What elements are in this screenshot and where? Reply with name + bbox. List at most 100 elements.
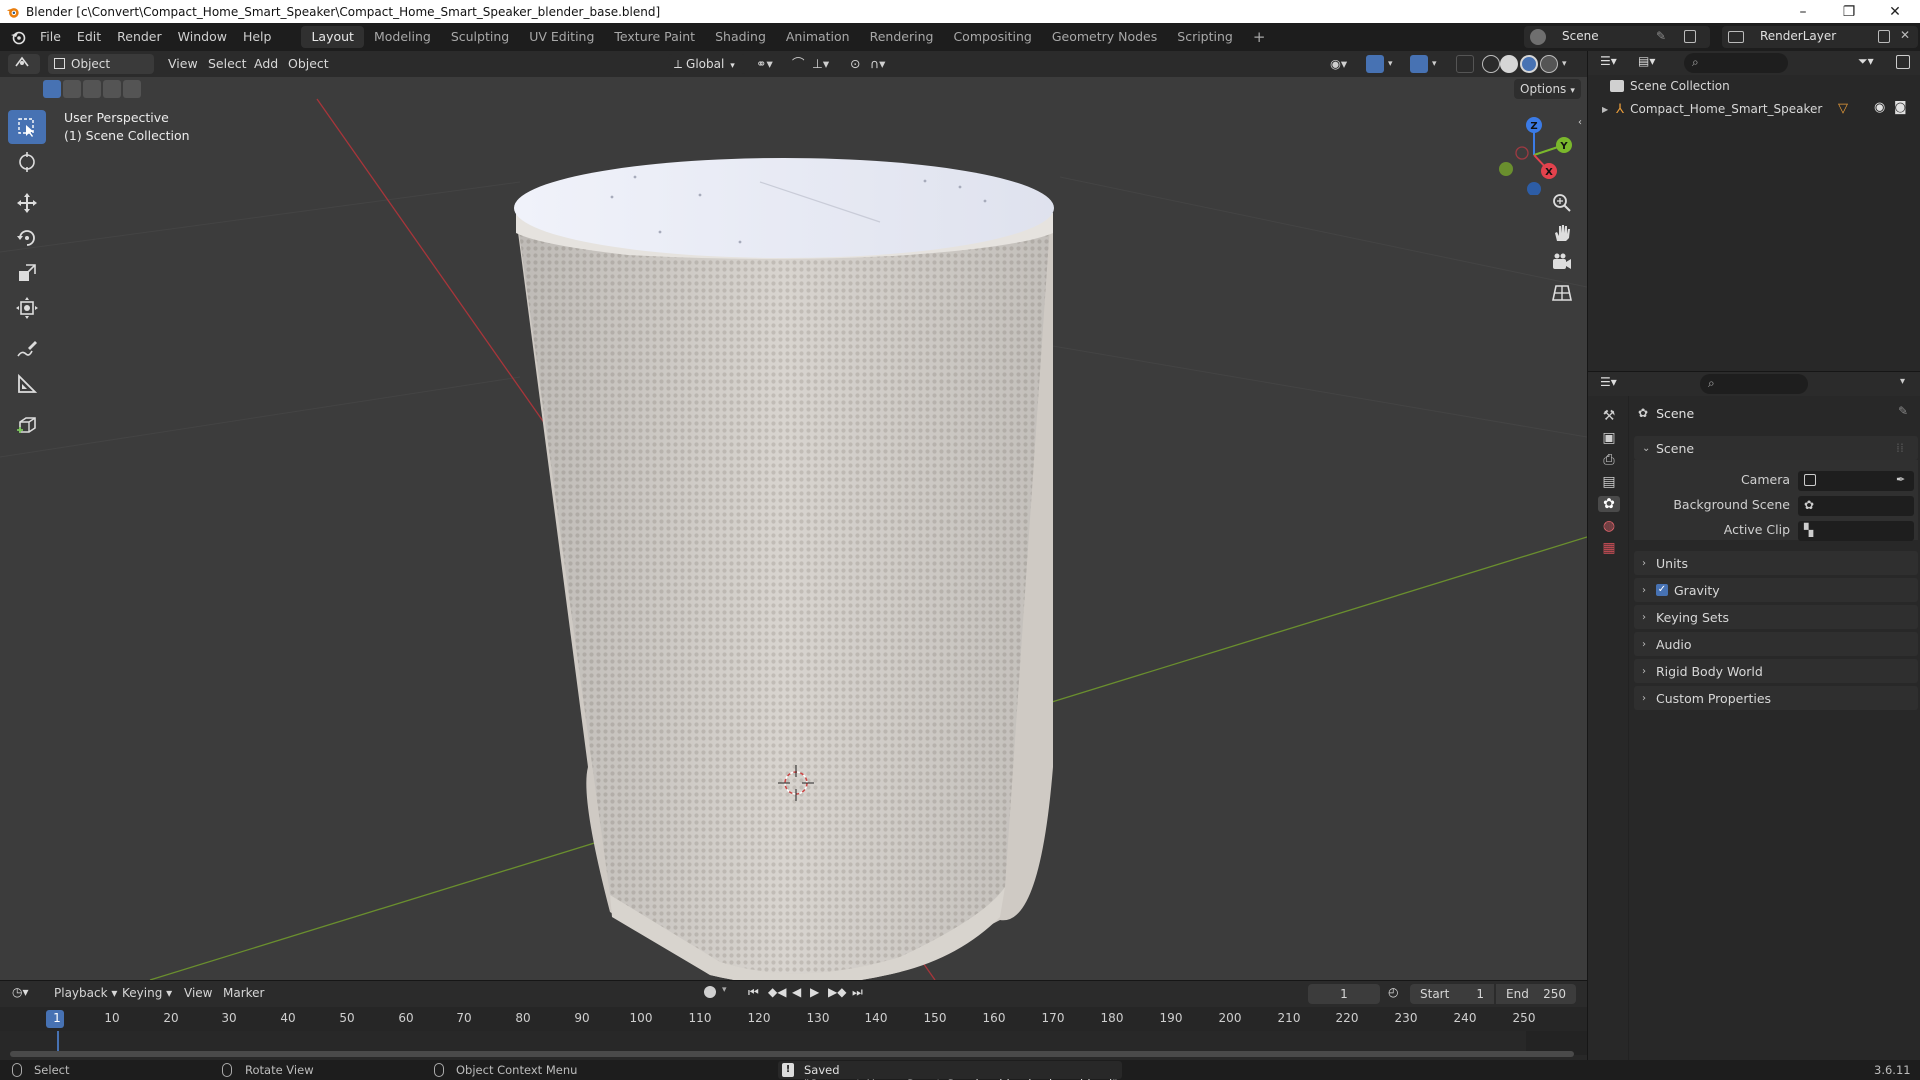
camera-view-icon[interactable] xyxy=(1550,251,1574,275)
tab-shading[interactable]: Shading xyxy=(705,26,776,48)
close-button[interactable]: ✕ xyxy=(1872,0,1918,23)
tool-scale[interactable] xyxy=(8,256,46,290)
minimize-button[interactable]: – xyxy=(1780,0,1826,23)
outliner-editor-icon[interactable]: ☰▾ xyxy=(1600,54,1617,68)
tab-compositing[interactable]: Compositing xyxy=(943,26,1041,48)
maximize-button[interactable]: ❐ xyxy=(1826,0,1872,23)
tab-sculpting[interactable]: Sculpting xyxy=(441,26,519,48)
falloff-icon[interactable]: ∩▾ xyxy=(870,54,885,74)
render-camera-icon[interactable]: ◙ xyxy=(1894,100,1907,115)
menu-render[interactable]: Render xyxy=(109,23,170,51)
new-collection-icon[interactable] xyxy=(1896,55,1910,69)
tab-scripting[interactable]: Scripting xyxy=(1167,26,1243,48)
add-workspace-button[interactable]: + xyxy=(1243,26,1276,48)
panel-custom-properties[interactable]: › Custom Properties xyxy=(1634,686,1918,710)
3d-viewport[interactable]: User Perspective (1) Scene Collection Op… xyxy=(0,77,1587,980)
visibility-icon[interactable]: ◉▾ xyxy=(1330,54,1347,74)
tab-modeling[interactable]: Modeling xyxy=(364,26,441,48)
scene-tab-icon[interactable]: ✿ xyxy=(1598,496,1620,512)
menu-window[interactable]: Window xyxy=(170,23,235,51)
panel-rigid-body-world[interactable]: › Rigid Body World xyxy=(1634,659,1918,683)
select-extend-icon[interactable] xyxy=(63,80,81,98)
properties-search-input[interactable]: ⌕ xyxy=(1700,374,1808,394)
chevron-down-icon[interactable]: ▾ xyxy=(1562,54,1567,74)
mode-dropdown[interactable]: Object Mode▾ xyxy=(48,54,154,91)
tool-transform[interactable] xyxy=(8,291,46,325)
zoom-icon[interactable] xyxy=(1550,191,1574,215)
properties-editor-icon[interactable]: ☰▾ xyxy=(1600,375,1617,389)
pivot-icon[interactable]: ⚭▾ xyxy=(756,54,773,74)
tool-move[interactable] xyxy=(8,186,46,220)
menu-keying[interactable]: Keying ▾ xyxy=(122,986,172,1000)
eye-visibility-icon[interactable]: ◉ xyxy=(1874,100,1885,115)
tab-rendering[interactable]: Rendering xyxy=(860,26,944,48)
jump-start-icon[interactable]: ⏮ xyxy=(748,985,759,1000)
chevron-down-icon[interactable]: ▾ xyxy=(1432,54,1437,74)
camera-field[interactable]: ✒ xyxy=(1798,471,1914,491)
prev-keyframe-icon[interactable]: ◆◀ xyxy=(768,985,786,999)
tool-rotate[interactable] xyxy=(8,221,46,255)
proportional-edit-icon[interactable]: ⊙ xyxy=(850,54,860,74)
remove-renderlayer-icon[interactable]: ✕ xyxy=(1900,28,1910,42)
active-clip-field[interactable]: ▚ xyxy=(1798,521,1914,541)
output-tab-icon[interactable]: ⎙ xyxy=(1603,452,1614,468)
navigation-gizmo[interactable]: Z Y X xyxy=(1494,115,1574,195)
world-tab-icon[interactable]: ◍ xyxy=(1603,518,1615,534)
start-frame-field[interactable]: Start 1 xyxy=(1410,984,1494,1004)
expand-arrow-icon[interactable]: ▶ xyxy=(1602,105,1608,114)
overlay-toggle-button[interactable] xyxy=(1410,55,1428,73)
select-intersect-icon[interactable] xyxy=(123,80,141,98)
pin-icon[interactable]: ✎ xyxy=(1656,29,1666,43)
material-shading-icon[interactable] xyxy=(1520,55,1538,73)
new-scene-icon[interactable] xyxy=(1684,30,1696,43)
panel-gravity[interactable]: › ✓ Gravity xyxy=(1634,578,1918,602)
menu-edit[interactable]: Edit xyxy=(69,23,109,51)
chevron-down-icon[interactable]: ▾ xyxy=(1388,54,1393,74)
background-scene-field[interactable]: ✿ xyxy=(1798,496,1914,516)
menu-view[interactable]: View xyxy=(168,54,198,74)
tab-geometry-nodes[interactable]: Geometry Nodes xyxy=(1042,26,1167,48)
drag-handle-icon[interactable]: ⁞⁞ xyxy=(1896,440,1904,455)
outliner-search-input[interactable]: ⌕ xyxy=(1684,53,1788,73)
tab-layout[interactable]: Layout xyxy=(301,26,364,48)
display-mode-icon[interactable]: ▤▾ xyxy=(1638,54,1655,68)
menu-file[interactable]: File xyxy=(32,23,69,51)
texture-tab-icon[interactable]: ▦ xyxy=(1602,540,1615,556)
timeline-editor-icon[interactable]: ◷▾ xyxy=(12,985,29,999)
gizmo-toggle-button[interactable] xyxy=(1366,55,1384,73)
panel-units[interactable]: › Units xyxy=(1634,551,1918,575)
new-renderlayer-icon[interactable] xyxy=(1878,30,1890,43)
options-button[interactable]: Options ▾ xyxy=(1514,79,1581,99)
wireframe-shading-icon[interactable] xyxy=(1482,55,1500,73)
pan-hand-icon[interactable] xyxy=(1550,221,1574,245)
jump-end-icon[interactable]: ⏭ xyxy=(852,985,863,1000)
menu-help[interactable]: Help xyxy=(235,23,280,51)
snap-target-icon[interactable]: ⊥▾ xyxy=(812,54,829,74)
chevron-left-icon[interactable]: ‹ xyxy=(1578,117,1582,128)
timeline-scrollbar[interactable] xyxy=(10,1051,1574,1057)
select-invert-icon[interactable] xyxy=(103,80,121,98)
eyedropper-icon[interactable]: ✒ xyxy=(1896,473,1905,486)
tool-annotate[interactable] xyxy=(8,332,46,366)
tool-measure[interactable] xyxy=(8,367,46,401)
tool-cursor[interactable] xyxy=(8,145,46,179)
editor-type-button[interactable] xyxy=(8,54,40,74)
xray-toggle-button[interactable] xyxy=(1456,55,1474,73)
next-keyframe-icon[interactable]: ▶◆ xyxy=(828,985,846,999)
pin-icon[interactable]: ✎ xyxy=(1898,404,1908,418)
section-scene-header[interactable]: ⌄ Scene ⁞⁞ xyxy=(1634,436,1918,460)
tool-select-box[interactable] xyxy=(8,110,46,144)
menu-timeline-view[interactable]: View xyxy=(184,986,212,1000)
frame-ruler[interactable]: 1 10 20 30 40 50 60 70 80 90 100 110 120… xyxy=(0,1007,1587,1031)
record-icon[interactable] xyxy=(704,986,716,998)
play-reverse-icon[interactable]: ◀ xyxy=(792,985,801,999)
play-icon[interactable]: ▶ xyxy=(810,985,819,999)
renderlayer-selector[interactable]: RenderLayer ✕ xyxy=(1722,26,1918,48)
perspective-toggle-icon[interactable] xyxy=(1550,281,1574,305)
tool-add-cube[interactable] xyxy=(8,408,46,442)
tab-uv-editing[interactable]: UV Editing xyxy=(519,26,604,48)
panel-audio[interactable]: › Audio xyxy=(1634,632,1918,656)
menu-select[interactable]: Select xyxy=(208,54,247,74)
menu-marker[interactable]: Marker xyxy=(223,986,264,1000)
panel-keying-sets[interactable]: › Keying Sets xyxy=(1634,605,1918,629)
